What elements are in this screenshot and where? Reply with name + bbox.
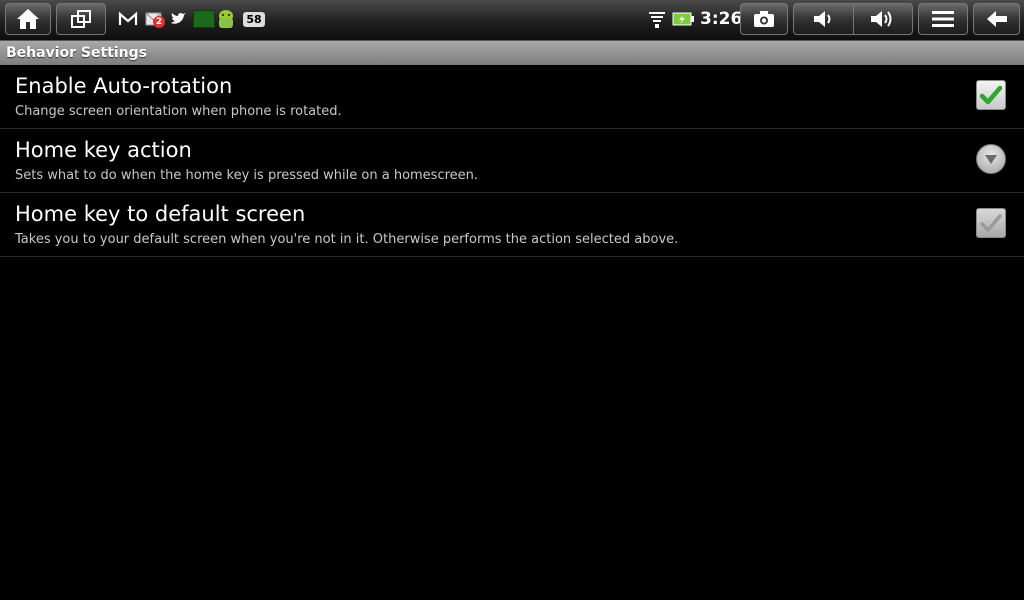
volume-controls: [793, 3, 913, 35]
recent-apps-button[interactable]: [56, 3, 106, 35]
notification-count-label: 58: [243, 11, 265, 27]
menu-button[interactable]: [918, 3, 968, 35]
page-title: Behavior Settings: [0, 41, 1024, 65]
volume-up-icon: [870, 11, 892, 27]
volume-down-icon: [814, 11, 831, 27]
recent-apps-icon: [71, 10, 91, 28]
screenshot-button[interactable]: [740, 3, 788, 35]
setting-summary: Change screen orientation when phone is …: [15, 104, 342, 119]
checkmark-icon: [979, 85, 1003, 105]
volume-down-button[interactable]: [794, 4, 853, 34]
status-bar: 2 58 3:26: [0, 0, 1024, 41]
camera-icon: [754, 11, 774, 27]
auto-rotation-checkbox[interactable]: [976, 80, 1006, 110]
battery-icon: [672, 8, 694, 30]
mail-badge: 2: [153, 16, 165, 28]
gmail-icon[interactable]: [117, 8, 139, 30]
wifi-icon: [648, 8, 666, 30]
home-icon: [17, 9, 39, 29]
battery-bar-icon[interactable]: [193, 8, 215, 30]
volume-up-button[interactable]: [852, 4, 913, 34]
default-screen-checkbox[interactable]: [976, 208, 1006, 238]
setting-enable-auto-rotation[interactable]: Enable Auto-rotation Change screen orien…: [0, 65, 1024, 129]
setting-summary: Sets what to do when the home key is pre…: [15, 168, 479, 183]
setting-home-key-default-screen[interactable]: Home key to default screen Takes you to …: [0, 193, 1024, 257]
setting-title: Home key action: [15, 138, 192, 162]
mail-icon[interactable]: 2: [143, 8, 167, 30]
home-button[interactable]: [5, 3, 51, 35]
chevron-down-icon: [985, 155, 997, 164]
home-key-action-dropdown[interactable]: [976, 144, 1006, 174]
settings-list: Enable Auto-rotation Change screen orien…: [0, 65, 1024, 257]
android-icon[interactable]: [215, 8, 237, 30]
setting-summary: Takes you to your default screen when yo…: [15, 232, 679, 247]
twitter-icon[interactable]: [168, 8, 188, 30]
back-icon: [986, 11, 1007, 27]
setting-title: Home key to default screen: [15, 202, 306, 226]
back-button[interactable]: [973, 3, 1020, 35]
notification-count[interactable]: 58: [242, 8, 266, 30]
menu-icon: [932, 11, 954, 27]
setting-title: Enable Auto-rotation: [15, 74, 233, 98]
checkmark-icon: [980, 214, 1002, 232]
clock: 3:26: [700, 9, 743, 29]
setting-home-key-action[interactable]: Home key action Sets what to do when the…: [0, 129, 1024, 193]
